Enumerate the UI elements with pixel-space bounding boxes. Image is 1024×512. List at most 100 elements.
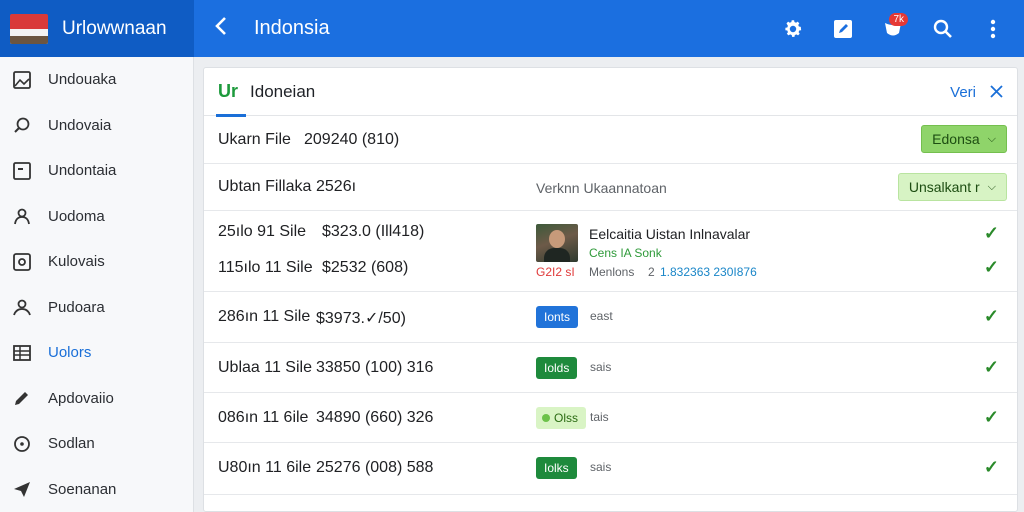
send-icon <box>12 479 32 499</box>
status-badge-label: Olss <box>554 411 578 425</box>
target-icon <box>12 252 32 272</box>
row-detail: 25ılo 91 Sile $323.0 (Ill418) 115ılo 11 … <box>204 211 1017 292</box>
sidebar-item-label: Undontaia <box>48 162 117 180</box>
sidebar-item-label: Apdovaiio <box>48 389 114 407</box>
table-row[interactable]: U80ın 11 6ile 25276 (008) 588 Iolks sais… <box>204 443 1017 495</box>
sidebar-item-label: Uodoma <box>48 207 105 225</box>
sidebar-item-label: Soenanan <box>48 480 117 498</box>
sidebar-item-label: Undouaka <box>48 71 117 89</box>
sidebar-item-1[interactable]: Undovaia <box>0 103 193 149</box>
sidebar-item-4[interactable]: Kulovais <box>0 239 193 285</box>
sidebar-item-label: Undovaia <box>48 116 112 134</box>
chevron-left-icon[interactable] <box>214 16 238 42</box>
status-badge: Iolds <box>536 357 578 379</box>
row-file: Ukarn File 209240 (810) Edonsa ⌵ <box>204 116 1017 164</box>
table-row[interactable]: 086ın 11 6ile 34890 (660) 326 Olss tais … <box>204 393 1017 443</box>
info-icon <box>12 434 32 454</box>
more-vertical-icon <box>990 19 996 38</box>
brand-area[interactable]: Urlowwnaan <box>0 0 194 57</box>
edit-button[interactable] <box>818 9 868 49</box>
person-icon <box>12 206 32 226</box>
pencil-icon <box>12 388 32 408</box>
sidebar-item-8[interactable]: Sodlan <box>0 421 193 467</box>
meta-label: Menlons <box>589 265 635 279</box>
settings-button[interactable] <box>768 9 818 49</box>
gear-icon <box>785 19 802 37</box>
meta-value: 1.832363 230I876 <box>660 265 757 279</box>
status-dot-icon <box>542 414 550 422</box>
row-tag: sais <box>590 460 612 474</box>
row-value: 34890 (660) 326 <box>316 409 434 426</box>
panel-header: Ur Idoneian Veri <box>204 68 1017 117</box>
row-label: Ubtan Fillaka <box>218 178 312 195</box>
dropdown-label: Edonsa <box>932 131 980 147</box>
image-icon <box>12 70 32 90</box>
dropdown-label: Unsalkant r <box>908 179 980 195</box>
tab-label: Idoneian <box>250 81 316 101</box>
row-value: $3973.✓/50) <box>316 310 406 327</box>
brand-title: Urlowwnaan <box>62 17 167 39</box>
search-button[interactable] <box>918 9 968 49</box>
row-tag: tais <box>590 410 609 424</box>
table-row[interactable]: 286ın 11 Sile $3973.✓/50) Ionts east ✓ <box>204 292 1017 343</box>
square-icon <box>12 161 32 181</box>
top-app-bar: Urlowwnaan Indonsia 7k <box>0 0 1024 57</box>
dropdown-button[interactable]: Edonsa ⌵ <box>921 125 1007 153</box>
status-badge: Olss <box>536 407 586 429</box>
tab-logo: Ur <box>218 81 239 101</box>
panel-header-actions: Veri <box>950 68 1003 116</box>
meta-number: 2 <box>648 265 655 279</box>
row-label: 25ılo 91 Sile <box>218 223 307 240</box>
row-value: $2532 (608) <box>322 259 409 276</box>
search-icon <box>933 19 952 38</box>
table-row[interactable]: Ublaa 11 Sile 33850 (100) 316 Iolds sais… <box>204 343 1017 393</box>
search-icon <box>12 115 32 135</box>
status-badge: Iolks <box>536 457 577 479</box>
sidebar-item-label: Pudoara <box>48 298 105 316</box>
page-title: Indonsia <box>254 17 330 39</box>
check-icon: ✓ <box>983 357 999 377</box>
chevron-down-icon: ⌵ <box>987 132 996 145</box>
details-panel: Ur Idoneian Veri Ukarn File 209240 (810)… <box>203 67 1018 512</box>
row-value: $323.0 (Ill418) <box>322 223 425 240</box>
person-subtitle: Cens IA Sonk <box>589 246 662 260</box>
user-icon <box>12 297 32 317</box>
sidebar-item-6[interactable]: Uolors <box>0 330 193 376</box>
row-label: 086ın 11 6ile <box>218 409 309 426</box>
row-fillaka: Ubtan Fillaka 2526ı Verknn Ukaannatoan U… <box>204 164 1017 211</box>
sidebar-item-2[interactable]: Undontaia <box>0 148 193 194</box>
sidebar-item-9[interactable]: Soenanan <box>0 467 193 512</box>
check-icon: ✓ <box>983 457 999 477</box>
sidebar-item-3[interactable]: Uodoma <box>0 194 193 240</box>
verify-link[interactable]: Veri <box>950 84 976 101</box>
flag-icon <box>10 13 48 44</box>
notifications-button[interactable]: 7k <box>868 9 918 49</box>
person-title: Eelcaitia Uistan Inlnavalar <box>589 226 751 242</box>
sidebar-item-5[interactable]: Pudoara <box>0 285 193 331</box>
chevron-down-icon: ⌵ <box>987 180 996 193</box>
row-value: 209240 (810) <box>304 131 400 148</box>
edit-square-icon <box>834 19 852 38</box>
row-label: Ukarn File <box>218 131 291 148</box>
more-options-button[interactable] <box>968 9 1018 49</box>
row-value: 2526ı <box>316 178 357 195</box>
sidebar-item-0[interactable]: Undouaka <box>0 57 193 103</box>
check-icon: ✓ <box>983 306 999 326</box>
avatar[interactable] <box>536 224 578 262</box>
check-icon: ✓ <box>983 257 999 277</box>
sidebar: Undouaka Undovaia Undontaia Uodoma Kulov… <box>0 57 194 512</box>
table-icon <box>12 343 32 363</box>
check-icon: ✓ <box>983 223 999 243</box>
row-label: 286ın 11 Sile <box>218 308 311 325</box>
row-label: U80ın 11 6ile <box>218 459 312 476</box>
close-icon[interactable] <box>990 82 1003 103</box>
row-value: 25276 (008) 588 <box>316 459 434 476</box>
row-label: Ublaa 11 Sile <box>218 359 312 376</box>
header-actions: 7k <box>768 0 1018 57</box>
sidebar-item-label: Uolors <box>48 344 92 362</box>
status-badge: Ionts <box>536 306 579 328</box>
check-icon: ✓ <box>983 407 999 427</box>
sidebar-item-7[interactable]: Apdovaiio <box>0 376 193 422</box>
dropdown-button[interactable]: Unsalkant r ⌵ <box>897 173 1007 201</box>
tab-indonesian[interactable]: Ur Idoneian <box>204 68 316 117</box>
